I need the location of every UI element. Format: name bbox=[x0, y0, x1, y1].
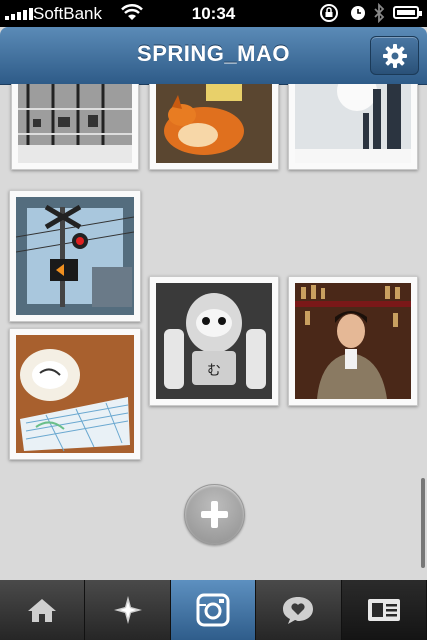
photo-shiba-dog[interactable] bbox=[149, 84, 279, 170]
tab-bar bbox=[0, 580, 427, 640]
photo-railroad-crossing[interactable] bbox=[9, 190, 141, 322]
photo-thumbnail bbox=[156, 84, 272, 163]
photo-man-bar[interactable] bbox=[288, 276, 418, 406]
star-icon bbox=[113, 596, 142, 624]
page-title: SPRING_MAO bbox=[137, 41, 290, 66]
photo-thumbnail bbox=[16, 197, 134, 315]
home-icon bbox=[28, 599, 57, 622]
tab-profile[interactable] bbox=[341, 580, 427, 640]
photo-thumbnail: む bbox=[156, 283, 272, 399]
photo-daruma-bw[interactable]: む bbox=[149, 276, 279, 406]
photo-cup-note[interactable] bbox=[9, 328, 141, 460]
battery-icon bbox=[393, 6, 422, 19]
photo-thumbnail bbox=[16, 335, 134, 453]
settings-button[interactable] bbox=[370, 36, 419, 75]
heart-bubble-icon bbox=[283, 597, 314, 624]
rotation-lock-icon bbox=[318, 3, 340, 28]
profile-card-icon bbox=[367, 599, 400, 621]
photo-thumbnail bbox=[18, 84, 132, 163]
photo-railway-bw[interactable] bbox=[11, 84, 139, 170]
tab-news[interactable] bbox=[256, 580, 342, 640]
photo-grid: む bbox=[0, 84, 427, 580]
status-bar: SoftBank 10:34 bbox=[0, 0, 427, 27]
photo-thumbnail bbox=[295, 283, 411, 399]
navigation-header: SPRING_MAO bbox=[0, 27, 427, 85]
bluetooth-icon bbox=[372, 2, 386, 28]
gear-icon bbox=[382, 43, 407, 68]
svg-text:む: む bbox=[207, 363, 221, 379]
plus-icon bbox=[201, 501, 228, 528]
tab-explore[interactable] bbox=[85, 580, 171, 640]
photo-snowy-street[interactable] bbox=[288, 84, 418, 170]
alarm-icon bbox=[349, 3, 367, 28]
photo-thumbnail bbox=[295, 84, 411, 163]
add-photo-button[interactable] bbox=[184, 484, 245, 545]
camera-icon bbox=[196, 593, 230, 627]
tab-home[interactable] bbox=[0, 580, 86, 640]
tab-camera[interactable] bbox=[170, 580, 257, 640]
scrollbar[interactable] bbox=[421, 478, 425, 568]
